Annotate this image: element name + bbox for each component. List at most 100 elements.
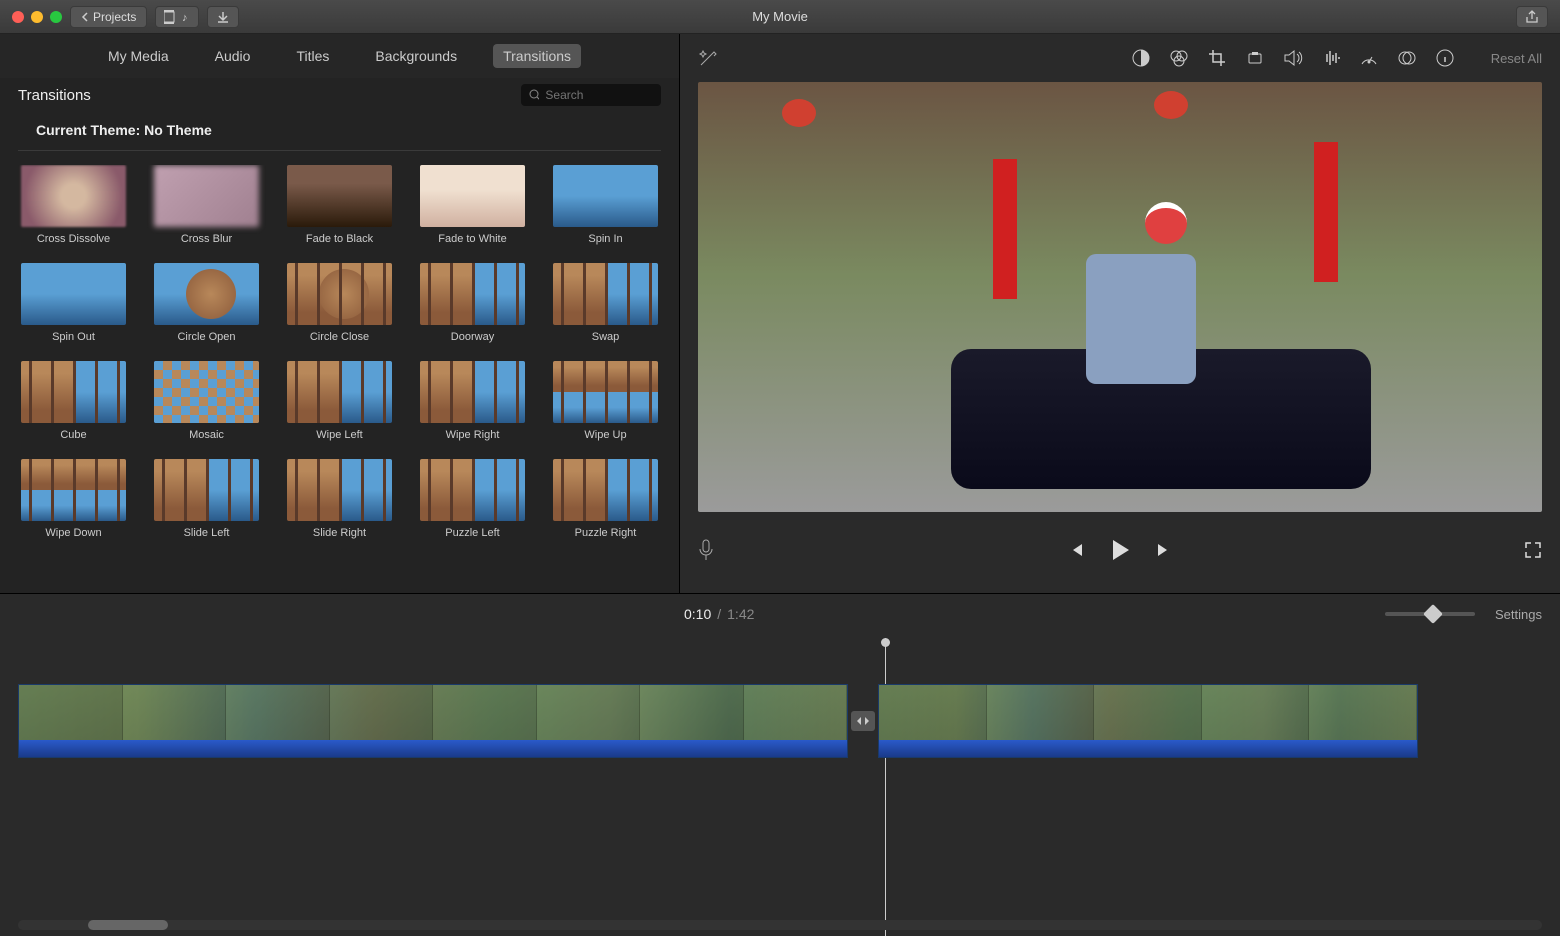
transition-circle-close[interactable]: Circle Close bbox=[284, 263, 395, 343]
scrollbar-thumb[interactable] bbox=[88, 920, 168, 930]
transition-label: Cube bbox=[60, 429, 86, 441]
transition-thumbnail bbox=[420, 459, 525, 521]
search-field[interactable] bbox=[521, 84, 661, 106]
stabilization-button[interactable] bbox=[1245, 48, 1265, 68]
video-track bbox=[18, 684, 1542, 758]
video-preview[interactable] bbox=[698, 82, 1542, 512]
tab-my-media[interactable]: My Media bbox=[98, 44, 179, 68]
transition-slide-right[interactable]: Slide Right bbox=[284, 459, 395, 539]
upper-panels: My Media Audio Titles Backgrounds Transition… bbox=[0, 34, 1560, 594]
auto-enhance-button[interactable] bbox=[698, 48, 718, 68]
transition-label: Puzzle Right bbox=[575, 527, 637, 539]
zoom-handle[interactable] bbox=[1423, 604, 1443, 624]
transition-wipe-down[interactable]: Wipe Down bbox=[18, 459, 129, 539]
transition-label: Puzzle Left bbox=[445, 527, 499, 539]
close-window-button[interactable] bbox=[12, 11, 24, 23]
transition-thumbnail bbox=[21, 361, 126, 423]
transition-puzzle-left[interactable]: Puzzle Left bbox=[417, 459, 528, 539]
transition-thumbnail bbox=[553, 361, 658, 423]
next-button[interactable] bbox=[1155, 541, 1173, 564]
tab-titles[interactable]: Titles bbox=[286, 44, 339, 68]
transition-wipe-up[interactable]: Wipe Up bbox=[550, 361, 661, 441]
transition-label: Mosaic bbox=[189, 429, 224, 441]
voiceover-button[interactable] bbox=[698, 539, 714, 566]
transition-label: Cross Blur bbox=[181, 233, 232, 245]
previous-button[interactable] bbox=[1067, 541, 1085, 564]
transition-spin-in[interactable]: Spin In bbox=[550, 165, 661, 245]
search-icon bbox=[529, 89, 539, 101]
transition-doorway[interactable]: Doorway bbox=[417, 263, 528, 343]
library-layout-button[interactable]: ♪ bbox=[155, 6, 199, 28]
transition-label: Wipe Left bbox=[316, 429, 362, 441]
clip-filter-button[interactable] bbox=[1397, 48, 1417, 68]
transition-fade-to-black[interactable]: Fade to Black bbox=[284, 165, 395, 245]
transition-label: Circle Close bbox=[310, 331, 369, 343]
play-button[interactable] bbox=[1109, 538, 1131, 567]
timeline-zoom-slider[interactable] bbox=[1385, 612, 1475, 616]
timeline-clip[interactable] bbox=[878, 684, 1418, 758]
transition-thumbnail bbox=[154, 263, 259, 325]
transition-thumbnail bbox=[154, 459, 259, 521]
transition-fade-to-white[interactable]: Fade to White bbox=[417, 165, 528, 245]
transition-label: Fade to White bbox=[438, 233, 506, 245]
import-media-button[interactable] bbox=[207, 6, 239, 28]
speed-button[interactable] bbox=[1359, 48, 1379, 68]
browser-tabs: My Media Audio Titles Backgrounds Transition… bbox=[0, 34, 679, 78]
color-correction-button[interactable] bbox=[1169, 48, 1189, 68]
timeline-clip[interactable] bbox=[18, 684, 848, 758]
back-to-projects-button[interactable]: Projects bbox=[70, 6, 147, 28]
time-separator: / bbox=[717, 606, 721, 622]
transition-thumbnail bbox=[154, 165, 259, 227]
transition-label: Circle Open bbox=[177, 331, 235, 343]
volume-button[interactable] bbox=[1283, 48, 1303, 68]
window-controls bbox=[12, 11, 62, 23]
transitions-grid: Cross Dissolve Cross Blur Fade to Black Fad… bbox=[0, 165, 679, 539]
timeline-scrollbar[interactable] bbox=[18, 920, 1542, 930]
transition-circle-open[interactable]: Circle Open bbox=[151, 263, 262, 343]
reset-all-button[interactable]: Reset All bbox=[1491, 51, 1542, 66]
transition-puzzle-right[interactable]: Puzzle Right bbox=[550, 459, 661, 539]
transition-swap[interactable]: Swap bbox=[550, 263, 661, 343]
playhead[interactable] bbox=[885, 638, 886, 936]
transition-thumbnail bbox=[21, 459, 126, 521]
color-balance-button[interactable] bbox=[1131, 48, 1151, 68]
minimize-window-button[interactable] bbox=[31, 11, 43, 23]
transition-thumbnail bbox=[287, 361, 392, 423]
transition-thumbnail bbox=[287, 165, 392, 227]
tab-transitions[interactable]: Transitions bbox=[493, 44, 581, 68]
transition-wipe-left[interactable]: Wipe Left bbox=[284, 361, 395, 441]
transition-marker[interactable] bbox=[848, 684, 878, 758]
transition-spin-out[interactable]: Spin Out bbox=[18, 263, 129, 343]
transition-mosaic[interactable]: Mosaic bbox=[151, 361, 262, 441]
transition-cross-blur[interactable]: Cross Blur bbox=[151, 165, 262, 245]
share-button[interactable] bbox=[1516, 6, 1548, 28]
fullscreen-button[interactable] bbox=[1524, 541, 1542, 564]
timeline-tracks[interactable] bbox=[0, 634, 1560, 936]
titlebar: Projects ♪ My Movie bbox=[0, 0, 1560, 34]
transition-thumbnail bbox=[420, 263, 525, 325]
transition-thumbnail bbox=[553, 165, 658, 227]
transition-thumbnail bbox=[287, 459, 392, 521]
transition-label: Slide Left bbox=[184, 527, 230, 539]
current-time: 0:10 bbox=[684, 606, 711, 622]
transition-thumbnail bbox=[154, 361, 259, 423]
svg-text:♪: ♪ bbox=[182, 12, 188, 24]
info-button[interactable] bbox=[1435, 48, 1455, 68]
transition-slide-left[interactable]: Slide Left bbox=[151, 459, 262, 539]
maximize-window-button[interactable] bbox=[50, 11, 62, 23]
noise-reduction-button[interactable] bbox=[1321, 48, 1341, 68]
transition-thumbnail bbox=[420, 361, 525, 423]
crop-button[interactable] bbox=[1207, 48, 1227, 68]
transition-thumbnail bbox=[287, 263, 392, 325]
transition-cube[interactable]: Cube bbox=[18, 361, 129, 441]
timeline-settings-button[interactable]: Settings bbox=[1495, 607, 1542, 622]
transition-thumbnail bbox=[21, 165, 126, 227]
total-duration: 1:42 bbox=[727, 606, 754, 622]
transition-wipe-right[interactable]: Wipe Right bbox=[417, 361, 528, 441]
transition-cross-dissolve[interactable]: Cross Dissolve bbox=[18, 165, 129, 245]
tab-backgrounds[interactable]: Backgrounds bbox=[365, 44, 467, 68]
search-input[interactable] bbox=[545, 88, 653, 102]
tab-audio[interactable]: Audio bbox=[205, 44, 261, 68]
preview-scene bbox=[698, 82, 1542, 512]
transition-thumbnail bbox=[553, 263, 658, 325]
